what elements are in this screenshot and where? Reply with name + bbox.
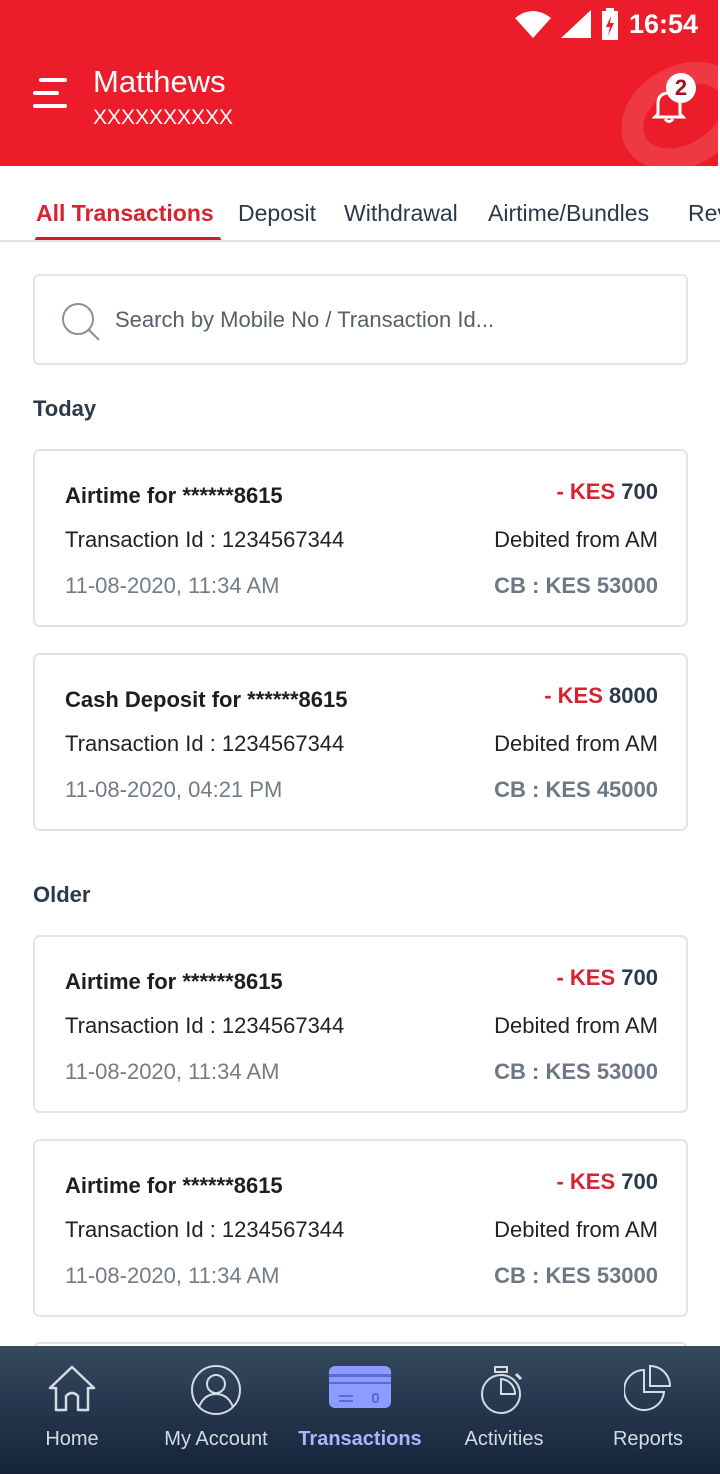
transaction-source: Debited from AM: [494, 1217, 658, 1242]
tab-reversal[interactable]: Rev: [688, 200, 720, 227]
home-icon: [48, 1365, 96, 1412]
transaction-title: Airtime for ******8615: [65, 1173, 283, 1198]
nav-transactions[interactable]: Transactions: [288, 1346, 432, 1474]
status-bar: 16:54: [514, 8, 698, 40]
closing-balance: CB : KES 45000: [494, 777, 658, 802]
transaction-card[interactable]: Airtime for ******8615 Transaction Id : …: [33, 449, 688, 627]
transaction-id: Transaction Id : 1234567344: [65, 1217, 345, 1242]
transaction-datetime: 11-08-2020, 11:34 AM: [65, 1263, 280, 1288]
nav-reports[interactable]: Reports: [576, 1346, 720, 1474]
notification-badge: 2: [666, 73, 696, 103]
nav-home[interactable]: Home: [0, 1346, 144, 1474]
transaction-title: Airtime for ******8615: [65, 483, 283, 508]
masked-number: XXXXXXXXXX: [93, 106, 234, 129]
transaction-source: Debited from AM: [494, 527, 658, 552]
transaction-amount: - KES 8000: [544, 683, 658, 709]
tab-all-transactions[interactable]: All Transactions: [36, 200, 214, 227]
stopwatch-icon: [481, 1366, 523, 1414]
amount-currency: - KES: [544, 683, 603, 708]
search-input[interactable]: [115, 300, 675, 340]
transaction-amount: - KES 700: [556, 1169, 658, 1195]
transaction-source: Debited from AM: [494, 731, 658, 756]
nav-label: Transactions: [298, 1428, 422, 1450]
search-box[interactable]: [33, 274, 688, 365]
amount-value: 700: [621, 965, 658, 990]
tab-withdrawal[interactable]: Withdrawal: [344, 200, 458, 227]
closing-balance: CB : KES 53000: [494, 1059, 658, 1084]
transaction-amount: - KES 700: [556, 965, 658, 991]
transaction-id: Transaction Id : 1234567344: [65, 527, 345, 552]
transaction-card[interactable]: Airtime for ******8615 Transaction Id : …: [33, 935, 688, 1113]
signal-icon: [560, 10, 591, 38]
amount-currency: - KES: [556, 965, 616, 990]
nav-label: My Account: [164, 1428, 268, 1450]
amount-value: 8000: [609, 683, 658, 708]
nav-label: Activities: [464, 1428, 544, 1450]
battery-icon: [601, 8, 618, 40]
amount-currency: - KES: [556, 1169, 616, 1194]
transaction-source: Debited from AM: [494, 1013, 658, 1038]
transaction-title: Cash Deposit for ******8615: [65, 687, 348, 712]
transaction-datetime: 11-08-2020, 11:34 AM: [65, 573, 280, 598]
clock: 16:54: [628, 8, 698, 39]
nav-label: Reports: [612, 1428, 684, 1450]
app-header: 16:54 Matthews XXXXXXXXXX 2: [0, 0, 718, 166]
closing-balance: CB : KES 53000: [494, 1263, 658, 1288]
transaction-id: Transaction Id : 1234567344: [65, 1013, 345, 1038]
section-older: Older: [33, 882, 91, 907]
transaction-amount: - KES 700: [556, 479, 658, 505]
amount-value: 700: [621, 1169, 658, 1194]
menu-button[interactable]: [33, 78, 67, 110]
active-tab-indicator: [35, 237, 221, 240]
pie-chart-icon: [624, 1364, 672, 1411]
transaction-datetime: 11-08-2020, 11:34 AM: [65, 1059, 280, 1084]
wifi-icon: [514, 11, 551, 38]
transaction-tabs: All Transactions Deposit Withdrawal Airt…: [0, 196, 720, 242]
tab-airtime-bundles[interactable]: Airtime/Bundles: [488, 200, 649, 227]
nav-label: Home: [45, 1428, 99, 1450]
search-icon: [62, 303, 100, 341]
user-name: Matthews: [93, 64, 226, 99]
transaction-datetime: 11-08-2020, 04:21 PM: [65, 777, 283, 802]
section-today: Today: [33, 396, 97, 421]
nav-my-account[interactable]: My Account: [144, 1346, 288, 1474]
transaction-id: Transaction Id : 1234567344: [65, 731, 345, 756]
amount-value: 700: [621, 479, 658, 504]
bottom-nav: Home My Account Transactions Activities …: [0, 1346, 720, 1474]
user-icon: [191, 1365, 241, 1415]
amount-currency: - KES: [556, 479, 616, 504]
tab-deposit[interactable]: Deposit: [238, 200, 316, 227]
transaction-card[interactable]: Airtime for ******8615 Transaction Id : …: [33, 1139, 688, 1317]
transaction-title: Airtime for ******8615: [65, 969, 283, 994]
nav-activities[interactable]: Activities: [432, 1346, 576, 1474]
transaction-card[interactable]: Cash Deposit for ******8615 Transaction …: [33, 653, 688, 831]
card-icon: [329, 1366, 391, 1408]
closing-balance: CB : KES 53000: [494, 573, 658, 598]
